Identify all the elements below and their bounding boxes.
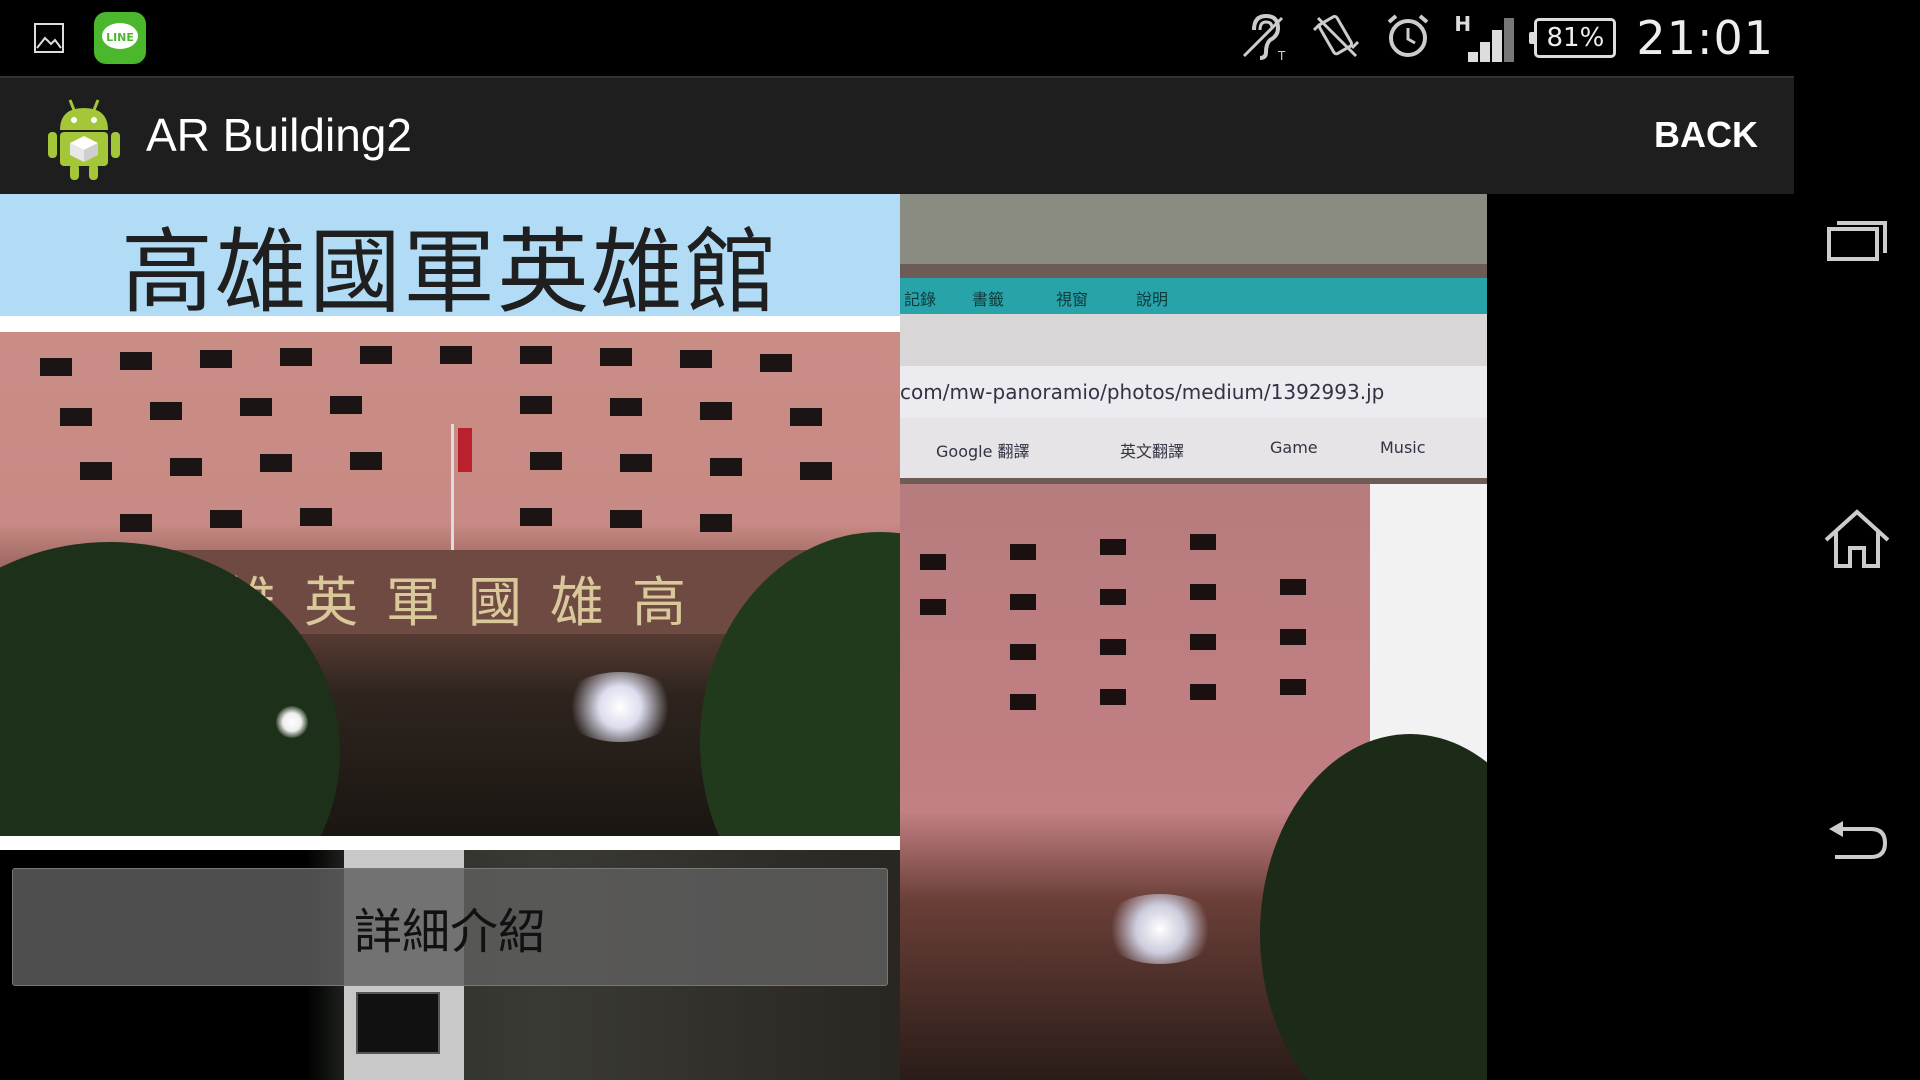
navigation-bar	[1794, 0, 1920, 1080]
recent-apps-icon	[1825, 215, 1889, 267]
vibrate-icon	[1310, 10, 1362, 66]
info-panel: 高雄國軍英雄館 館雄英軍國雄高 詳細介紹	[0, 194, 900, 1080]
app-title: AR Building2	[146, 109, 412, 161]
battery-percent: 81%	[1546, 23, 1605, 53]
nav-back-button[interactable]	[1822, 808, 1892, 878]
divider	[0, 836, 900, 850]
recent-apps-button[interactable]	[1822, 206, 1892, 276]
android-app-icon[interactable]	[46, 96, 122, 184]
camera-menubar: 記錄 書籤 視窗 說明	[900, 278, 1487, 314]
building-name: 高雄國軍英雄館	[120, 219, 779, 326]
svg-text:T: T	[1277, 49, 1286, 62]
network-type-label: H	[1454, 12, 1472, 36]
back-button[interactable]: BACK	[1654, 114, 1758, 156]
divider	[0, 316, 900, 332]
building-photo: 館雄英軍國雄高	[0, 332, 900, 836]
svg-text:LINE: LINE	[106, 31, 134, 44]
main-content: 記錄 書籤 視窗 說明 com/mw-panoramio/photos/medi…	[0, 194, 1794, 1080]
home-icon	[1822, 508, 1892, 574]
signal-icon: H	[1454, 12, 1515, 62]
back-arrow-icon	[1825, 817, 1889, 869]
camera-bookmarks: Google 翻譯 英文翻譯 Game Music	[900, 418, 1487, 478]
hearing-aid-icon: T	[1238, 10, 1290, 66]
alarm-icon	[1382, 10, 1434, 66]
details-button[interactable]: 詳細介紹	[12, 868, 888, 986]
details-button-label: 詳細介紹	[353, 904, 546, 960]
action-bar: AR Building2 BACK	[0, 76, 1794, 194]
home-button[interactable]	[1822, 506, 1892, 576]
status-bar: LINE T H 81% 21:01	[0, 0, 1794, 76]
gallery-icon	[34, 23, 64, 57]
title-banner: 高雄國軍英雄館	[0, 194, 900, 326]
clock: 21:01	[1636, 11, 1774, 65]
camera-urlbar: com/mw-panoramio/photos/medium/1392993.j…	[900, 366, 1487, 418]
line-icon: LINE	[94, 12, 146, 68]
camera-preview: 記錄 書籤 視窗 說明 com/mw-panoramio/photos/medi…	[900, 194, 1487, 1080]
battery-icon: 81%	[1529, 18, 1617, 58]
